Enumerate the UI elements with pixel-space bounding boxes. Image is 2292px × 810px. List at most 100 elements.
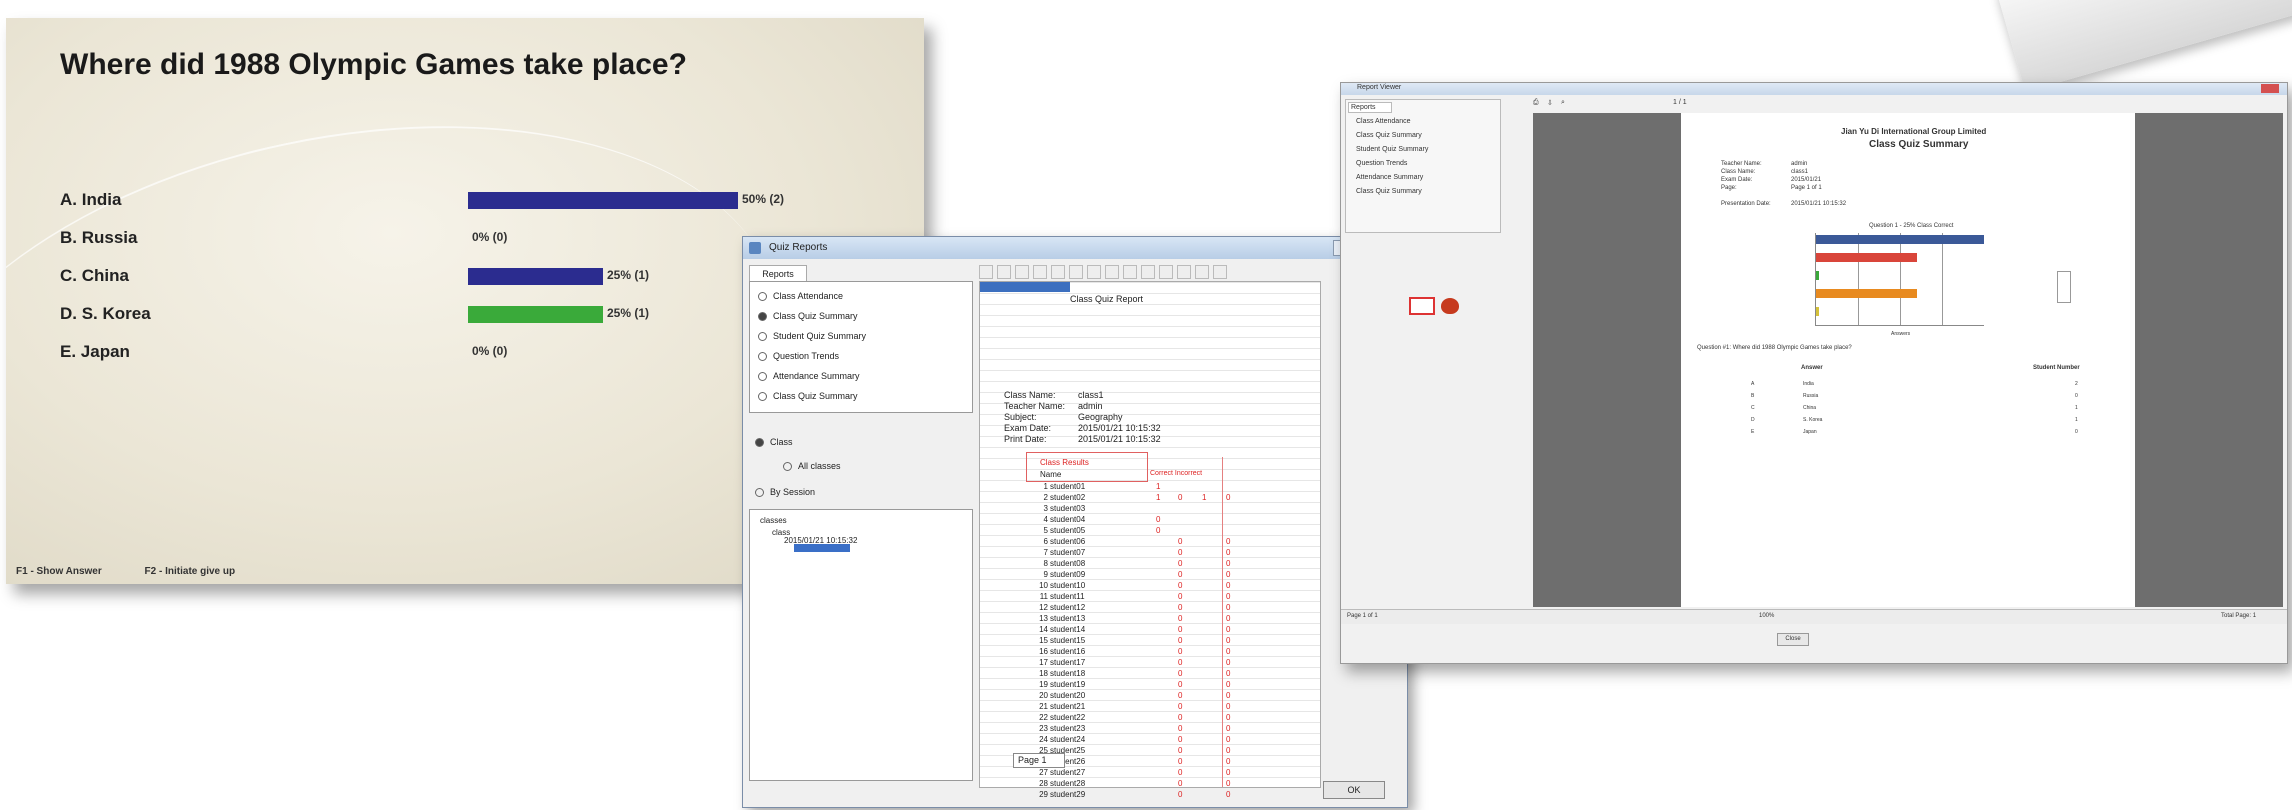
student-name: student22 bbox=[1050, 713, 1086, 722]
ok-button[interactable]: OK bbox=[1323, 781, 1385, 799]
toolbar-button[interactable] bbox=[1051, 265, 1065, 279]
by-session-option[interactable]: By Session bbox=[755, 487, 815, 498]
student-row[interactable]: 12 student12 0 0 bbox=[980, 603, 1320, 614]
report-type-item[interactable]: Class Quiz Summary bbox=[758, 388, 858, 404]
student-row[interactable]: 13 student13 0 0 bbox=[980, 614, 1320, 625]
student-row[interactable]: 15 student15 0 0 bbox=[980, 636, 1320, 647]
student-number: 3 bbox=[1043, 504, 1048, 513]
page-select[interactable]: Page 1 bbox=[1013, 753, 1065, 768]
print-icon[interactable]: ⎙ bbox=[1533, 99, 1539, 107]
report-type-item[interactable]: Question Trends bbox=[758, 348, 839, 364]
toolbar-button[interactable] bbox=[1087, 265, 1101, 279]
report-type-radio[interactable] bbox=[758, 372, 767, 382]
preview-close-button[interactable]: Close bbox=[1777, 633, 1809, 646]
apple-icon[interactable] bbox=[1441, 298, 1459, 314]
preview-nav-item[interactable]: Class Attendance bbox=[1356, 118, 1410, 125]
toolbar-button[interactable] bbox=[1015, 265, 1029, 279]
report-type-radio[interactable] bbox=[758, 292, 767, 302]
toolbar-button[interactable] bbox=[1195, 265, 1209, 279]
toolbar-button[interactable] bbox=[1123, 265, 1137, 279]
toolbar-button[interactable] bbox=[1159, 265, 1173, 279]
student-row[interactable]: 28 student28 0 0 bbox=[980, 779, 1320, 790]
preview-nav-item[interactable]: Question Trends bbox=[1356, 160, 1407, 167]
chart-bar bbox=[1816, 271, 1819, 280]
student-row[interactable]: 17 student17 0 0 bbox=[980, 658, 1320, 669]
tab-reports[interactable]: Reports bbox=[749, 265, 807, 282]
student-score: 0 bbox=[1178, 625, 1183, 634]
preview-nav-item[interactable]: Class Quiz Summary bbox=[1356, 188, 1422, 195]
student-row[interactable]: 10 student10 0 0 bbox=[980, 581, 1320, 592]
student-row[interactable]: 19 student19 0 0 bbox=[980, 680, 1320, 691]
preview-nav-item[interactable]: Class Quiz Summary bbox=[1356, 132, 1422, 139]
toolbar-button[interactable] bbox=[997, 265, 1011, 279]
report-type-item[interactable]: Class Attendance bbox=[758, 288, 843, 304]
report-type-item[interactable]: Attendance Summary bbox=[758, 368, 860, 384]
student-row[interactable]: 1 student01 1 bbox=[980, 482, 1320, 493]
report-type-item[interactable]: Class Quiz Summary bbox=[758, 308, 858, 324]
meta-value: class1 bbox=[1791, 169, 1809, 175]
session-tree: classes class 2015/01/21 10:15:32 bbox=[749, 509, 973, 781]
row-answer: China bbox=[1803, 405, 1817, 411]
student-row[interactable]: 3 student03 bbox=[980, 504, 1320, 515]
toolbar-button[interactable] bbox=[1177, 265, 1191, 279]
tree-node-classes[interactable]: classes bbox=[760, 516, 787, 525]
student-row[interactable]: 4 student04 0 bbox=[980, 515, 1320, 526]
student-name: student06 bbox=[1050, 537, 1086, 546]
student-row[interactable]: 9 student09 0 0 bbox=[980, 570, 1320, 581]
report-type-radio[interactable] bbox=[758, 312, 767, 322]
student-row[interactable]: 2 student02 1 0 1 0 bbox=[980, 493, 1320, 504]
preview-titlebar[interactable]: Report Viewer bbox=[1341, 83, 2287, 95]
student-score: 0 bbox=[1178, 713, 1183, 722]
all-classes-option[interactable]: All classes bbox=[783, 461, 841, 472]
student-score: 1 bbox=[1202, 493, 1207, 502]
student-row[interactable]: 8 student08 0 0 bbox=[980, 559, 1320, 570]
meta-value: 2015/01/21 bbox=[1791, 177, 1822, 183]
answer-column-header: Answer bbox=[1801, 365, 1823, 371]
zoom-icon[interactable]: ⌕ bbox=[1561, 99, 1565, 107]
by-session-radio[interactable] bbox=[755, 488, 764, 498]
class-option[interactable]: Class bbox=[755, 437, 793, 448]
all-classes-radio[interactable] bbox=[783, 462, 792, 472]
student-row[interactable]: 21 student21 0 0 bbox=[980, 702, 1320, 713]
toolbar-button[interactable] bbox=[979, 265, 993, 279]
report-type-radio[interactable] bbox=[758, 352, 767, 362]
student-row[interactable]: 20 student20 0 0 bbox=[980, 691, 1320, 702]
student-score: 0 bbox=[1178, 614, 1183, 623]
student-row[interactable]: 5 student05 0 bbox=[980, 526, 1320, 537]
student-row[interactable]: 14 student14 0 0 bbox=[980, 625, 1320, 636]
toolbar-button[interactable] bbox=[1033, 265, 1047, 279]
dialog-titlebar[interactable]: Quiz Reports – □ × bbox=[743, 237, 1407, 259]
student-name: student07 bbox=[1050, 548, 1086, 557]
toolbar-button[interactable] bbox=[1105, 265, 1119, 279]
preview-nav-item[interactable]: Student Quiz Summary bbox=[1356, 146, 1428, 153]
preview-nav-item[interactable]: Attendance Summary bbox=[1356, 174, 1423, 181]
report-type-radio[interactable] bbox=[758, 332, 767, 342]
class-radio[interactable] bbox=[755, 438, 764, 448]
student-number: 22 bbox=[1039, 713, 1048, 722]
preview-close-icon[interactable] bbox=[2261, 84, 2279, 93]
student-score: 0 bbox=[1178, 680, 1183, 689]
answer-bar bbox=[468, 306, 603, 323]
toolbar-button[interactable] bbox=[1141, 265, 1155, 279]
student-row[interactable]: 11 student11 0 0 bbox=[980, 592, 1320, 603]
student-score: 0 bbox=[1226, 559, 1231, 568]
student-row[interactable]: 23 student23 0 0 bbox=[980, 724, 1320, 735]
toolbar-button[interactable] bbox=[1069, 265, 1083, 279]
footer-give-up: F2 - Initiate give up bbox=[144, 566, 236, 577]
student-row[interactable]: 22 student22 0 0 bbox=[980, 713, 1320, 724]
student-row[interactable]: 16 student16 0 0 bbox=[980, 647, 1320, 658]
student-row[interactable]: 18 student18 0 0 bbox=[980, 669, 1320, 680]
powerpoint-icon[interactable] bbox=[1409, 297, 1435, 315]
report-type-radio[interactable] bbox=[758, 392, 767, 402]
report-type-item[interactable]: Student Quiz Summary bbox=[758, 328, 866, 344]
student-row[interactable]: 6 student06 0 0 bbox=[980, 537, 1320, 548]
student-row[interactable]: 29 student29 0 0 bbox=[980, 790, 1320, 801]
toolbar-button[interactable] bbox=[1213, 265, 1227, 279]
export-icon[interactable]: ⇩ bbox=[1547, 99, 1553, 107]
student-row[interactable]: 27 student27 0 0 bbox=[980, 768, 1320, 779]
student-row[interactable]: 24 student24 0 0 bbox=[980, 735, 1320, 746]
student-row[interactable]: 7 student07 0 0 bbox=[980, 548, 1320, 559]
grid-selected-cell[interactable] bbox=[980, 282, 1070, 292]
preview-nav-tab[interactable]: Reports bbox=[1348, 102, 1392, 113]
row-answer: Japan bbox=[1803, 429, 1817, 435]
